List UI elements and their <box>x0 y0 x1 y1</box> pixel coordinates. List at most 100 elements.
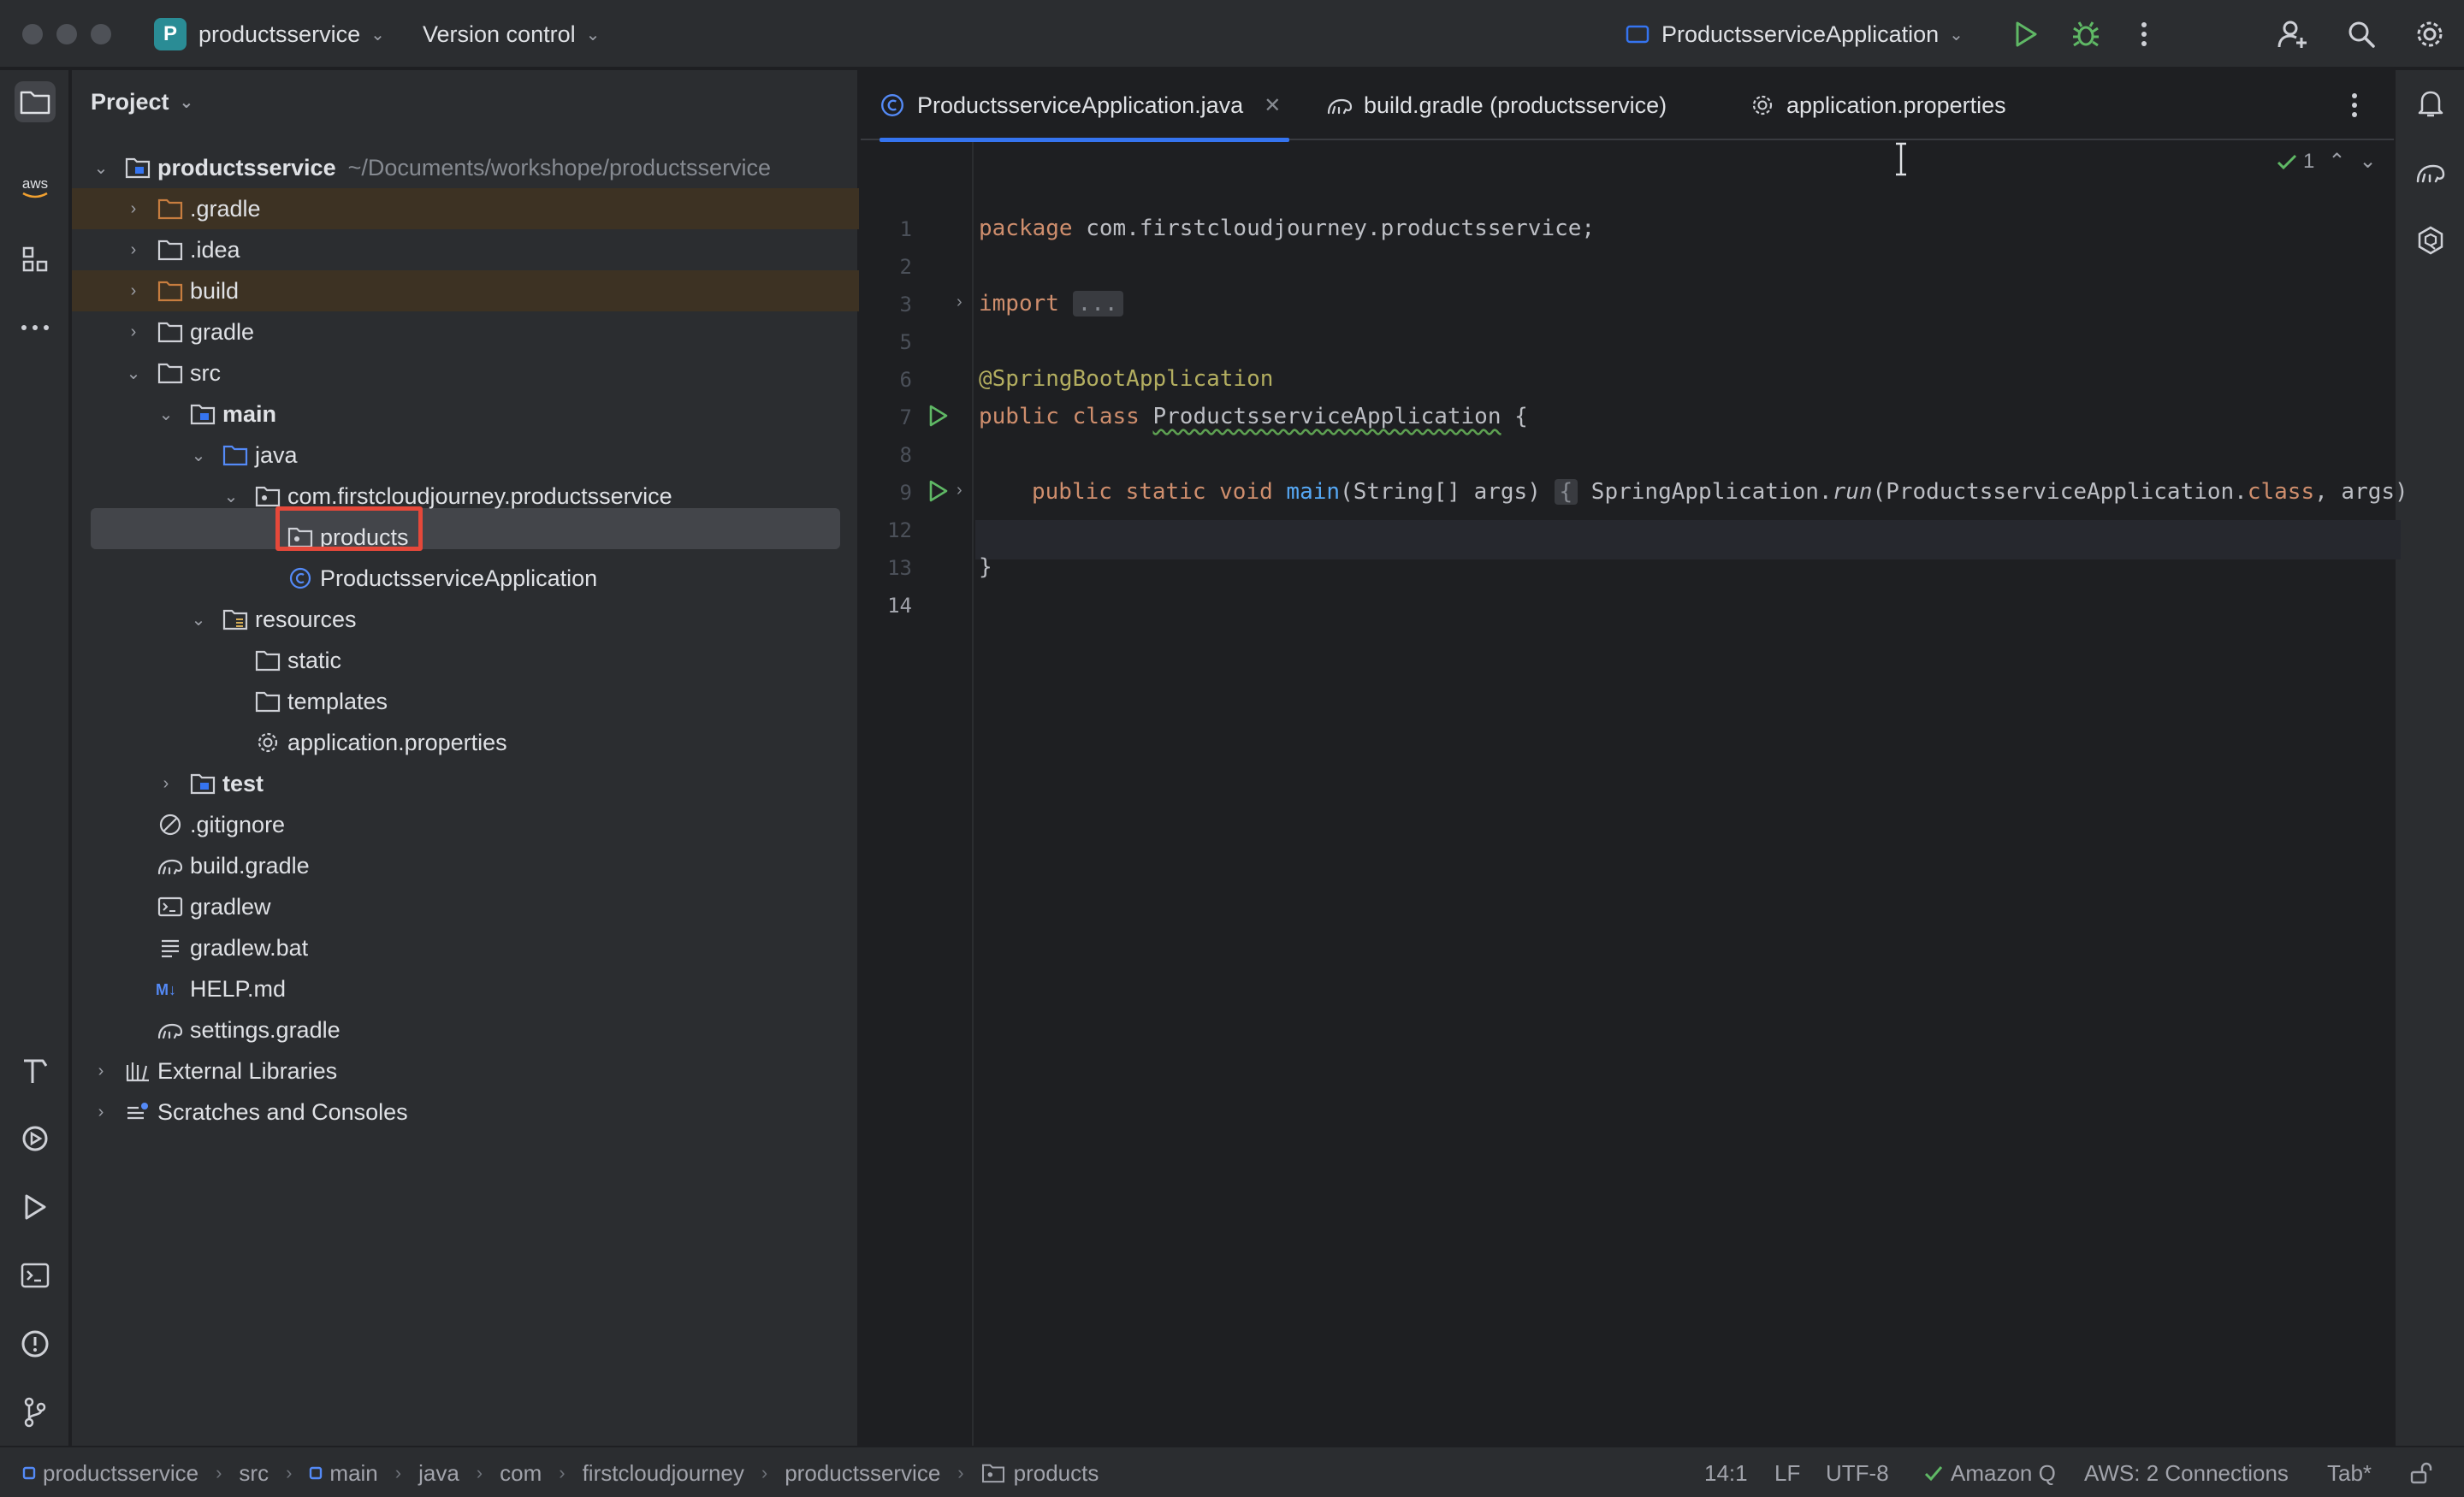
tree-node-idea[interactable]: › .idea <box>72 229 859 270</box>
project-tool-button[interactable] <box>15 81 56 122</box>
tree-node-help-md[interactable]: M↓ HELP.md <box>72 968 859 1009</box>
tree-node-build-gradle[interactable]: build.gradle <box>72 845 859 886</box>
title-bar: P productsservice ⌄ Version control ⌄ Pr… <box>0 0 2464 68</box>
window-zoom-button[interactable] <box>91 24 111 44</box>
tab-build-gradle[interactable]: build.gradle (productsservice) <box>1326 70 1667 140</box>
folded-imports[interactable]: ... <box>1072 291 1123 317</box>
next-highlight-icon[interactable]: ⌄ <box>2359 149 2376 174</box>
amazon-q-status[interactable]: Amazon Q <box>1923 1447 2056 1497</box>
gradle-elephant-icon <box>156 853 185 879</box>
tree-node-productsservice[interactable]: ⌄ productsservice ~/Documents/workshope/… <box>72 147 859 188</box>
run-button[interactable] <box>2007 15 2045 53</box>
structure-tool-button[interactable] <box>15 239 56 280</box>
tree-node-products[interactable]: products <box>72 517 859 558</box>
tree-node-gradle[interactable]: › gradle <box>72 311 859 352</box>
build-tool-button[interactable] <box>15 1050 56 1091</box>
tree-node-resources[interactable]: ⌄ resources <box>72 599 859 640</box>
tab-label: ProductsserviceApplication.java <box>917 92 1244 118</box>
code-line-7: public class ProductsserviceApplication … <box>979 404 1528 429</box>
git-tool-button[interactable] <box>15 1392 56 1433</box>
tree-node-static[interactable]: static <box>72 640 859 681</box>
tree-node-application-properties[interactable]: application.properties <box>72 722 859 763</box>
more-actions-button[interactable] <box>2125 15 2163 53</box>
folder-icon <box>156 360 185 386</box>
tree-node-java[interactable]: ⌄ java <box>72 435 859 476</box>
notifications-button[interactable] <box>2410 83 2451 124</box>
breadcrumb-item[interactable]: java <box>418 1460 459 1487</box>
tree-node-application-class[interactable]: ProductsserviceApplication <box>72 558 859 599</box>
run-main-gutter-icon[interactable] <box>926 479 950 503</box>
breadcrumb-item[interactable]: productsservice <box>22 1460 198 1487</box>
chevron-right-icon: › <box>394 1462 402 1483</box>
file-encoding[interactable]: UTF-8 <box>1826 1447 1889 1497</box>
module-icon <box>310 1466 323 1480</box>
breadcrumb-item[interactable]: productsservice <box>785 1460 940 1487</box>
breadcrumb-item[interactable]: products <box>981 1460 1099 1487</box>
fold-chevron-icon[interactable]: › <box>957 293 962 312</box>
tree-node-package[interactable]: ⌄ com.firstcloudjourney.productsservice <box>72 476 859 517</box>
close-tab-icon[interactable]: ✕ <box>1264 93 1281 118</box>
settings-button[interactable] <box>2411 15 2449 53</box>
package-icon <box>981 1464 1004 1483</box>
tree-node-gitignore[interactable]: .gitignore <box>72 804 859 845</box>
gradle-tool-button[interactable] <box>2410 151 2451 192</box>
previous-highlight-icon[interactable]: ⌃ <box>2328 149 2345 174</box>
run-class-gutter-icon[interactable] <box>926 404 950 428</box>
window-minimize-button[interactable] <box>56 24 77 44</box>
chevron-down-icon: ⌄ <box>126 364 141 383</box>
gear-icon <box>253 730 282 755</box>
indent-setting[interactable]: Tab* <box>2327 1447 2372 1497</box>
tree-node-external-libraries[interactable]: › External Libraries <box>72 1050 859 1092</box>
code-area[interactable]: package com.firstcloudjourney.productsse… <box>979 142 2408 1446</box>
debug-button[interactable] <box>2067 15 2105 53</box>
gradle-elephant-icon <box>156 1017 185 1043</box>
run-configuration-selector[interactable]: ProductsserviceApplication ⌄ <box>1626 0 1964 68</box>
search-everywhere-button[interactable] <box>2343 15 2380 53</box>
tree-node-scratches[interactable]: › Scratches and Consoles <box>72 1092 859 1133</box>
tree-node-build[interactable]: › build <box>72 270 859 311</box>
tree-node-gradle-cache[interactable]: › .gradle <box>72 188 859 229</box>
aws-toolkit-button[interactable]: aws <box>15 167 56 208</box>
scratches-icon <box>123 1099 152 1125</box>
tree-node-gradlew[interactable]: gradlew <box>72 886 859 927</box>
tree-node-gradlew-bat[interactable]: gradlew.bat <box>72 927 859 968</box>
breadcrumb-item[interactable]: src <box>239 1460 269 1487</box>
fold-chevron-icon[interactable]: › <box>957 481 962 500</box>
structure-icon <box>22 246 48 272</box>
breadcrumb-item[interactable]: com <box>500 1460 542 1487</box>
tree-node-src[interactable]: ⌄ src <box>72 352 859 393</box>
line-number: 7 <box>899 405 912 429</box>
chevron-down-icon: ⌄ <box>179 93 194 112</box>
read-only-toggle[interactable] <box>2409 1447 2433 1497</box>
terminal-tool-button[interactable] <box>15 1255 56 1296</box>
tree-node-main[interactable]: ⌄ main <box>72 393 859 435</box>
chevron-down-icon: ⌄ <box>585 25 601 44</box>
java-class-icon <box>286 565 315 591</box>
more-tools-button[interactable] <box>15 307 56 348</box>
tab-application-properties[interactable]: application.properties <box>1750 70 2006 140</box>
caret-position[interactable]: 14:1 <box>1704 1447 1748 1497</box>
line-number: 8 <box>899 443 912 467</box>
line-separator[interactable]: LF <box>1774 1447 1800 1497</box>
services-tool-button[interactable] <box>15 1118 56 1159</box>
tree-node-settings-gradle[interactable]: settings.gradle <box>72 1009 859 1050</box>
project-switcher[interactable]: P productsservice ⌄ <box>154 0 385 68</box>
run-tool-button[interactable] <box>15 1186 56 1228</box>
tab-productsservice-application-java[interactable]: ProductsserviceApplication.java ✕ <box>880 70 1290 142</box>
breadcrumb-item[interactable]: firstcloudjourney <box>583 1460 744 1487</box>
tree-node-templates[interactable]: templates <box>72 681 859 722</box>
problems-tool-button[interactable] <box>15 1323 56 1364</box>
chevron-right-icon: › <box>286 1462 293 1483</box>
version-control-menu[interactable]: Version control ⌄ <box>423 0 600 68</box>
inspection-widget[interactable]: 1 ⌃ ⌄ <box>2276 149 2377 174</box>
code-line-9: public static void main(String[] args) {… <box>1032 479 2408 505</box>
project-view-selector[interactable]: Project ⌄ <box>91 89 193 115</box>
tab-options-button[interactable] <box>2351 70 2358 140</box>
amazon-q-button[interactable] <box>2410 220 2451 261</box>
breadcrumb-item[interactable]: main <box>309 1460 378 1487</box>
line-number: 5 <box>899 330 912 354</box>
aws-connections[interactable]: AWS: 2 Connections <box>2084 1447 2289 1497</box>
tree-node-test[interactable]: › test <box>72 763 859 804</box>
code-with-me-button[interactable] <box>2274 15 2312 53</box>
window-close-button[interactable] <box>22 24 43 44</box>
